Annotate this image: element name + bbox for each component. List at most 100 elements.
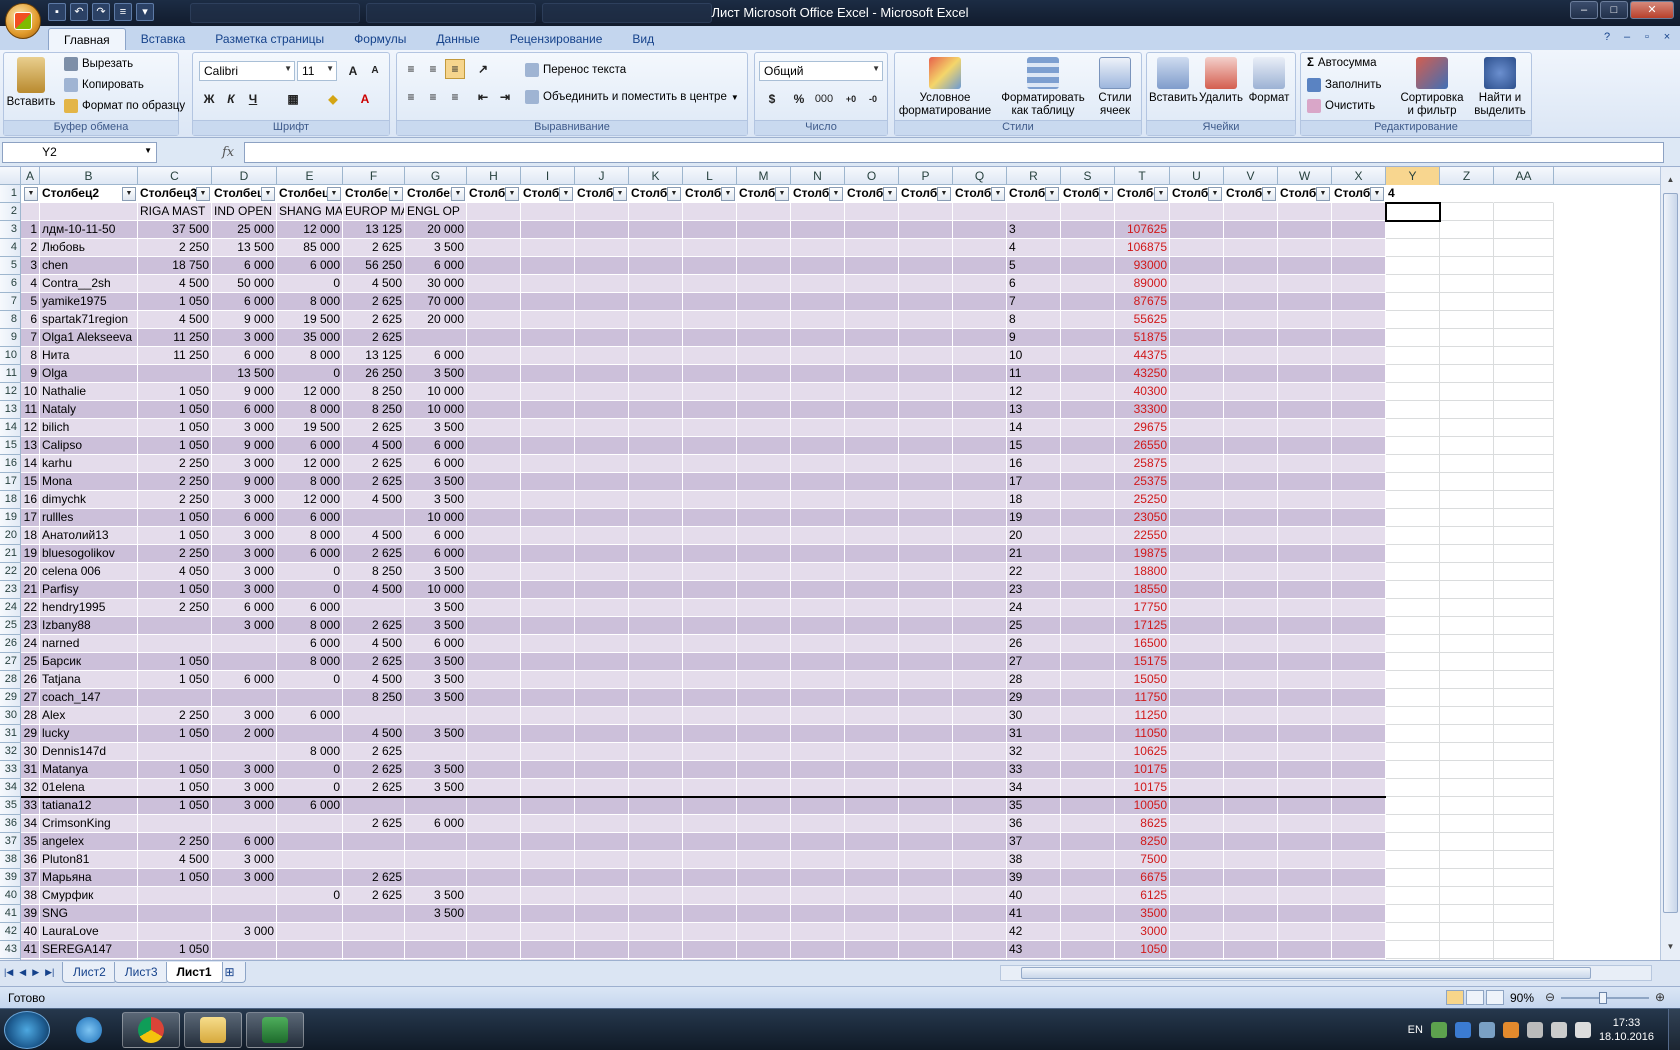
cell-c[interactable]	[138, 617, 212, 635]
cell-a[interactable]: 33	[21, 797, 40, 815]
cell-r[interactable]: 35	[1007, 797, 1061, 815]
cell-d[interactable]: 6 000	[212, 671, 277, 689]
cell-e[interactable]: 0	[277, 581, 343, 599]
cell-y[interactable]	[1386, 293, 1440, 311]
cell-q[interactable]	[953, 923, 1007, 941]
cell-c[interactable]: 2 250	[138, 707, 212, 725]
row-header[interactable]: 27	[0, 653, 21, 671]
cell-t[interactable]: 8625	[1115, 815, 1170, 833]
cell-s[interactable]	[1061, 851, 1115, 869]
cell-u[interactable]	[1170, 491, 1224, 509]
cell-j[interactable]	[575, 545, 629, 563]
cell-o[interactable]	[845, 419, 899, 437]
cell-q[interactable]	[953, 671, 1007, 689]
cell-a[interactable]: 21	[21, 581, 40, 599]
cell-aa[interactable]	[1494, 725, 1554, 743]
cell-aa[interactable]	[1494, 779, 1554, 797]
cell-i[interactable]	[521, 851, 575, 869]
cell-i[interactable]	[521, 617, 575, 635]
cell-d[interactable]: 13 500	[212, 239, 277, 257]
cell-a[interactable]: 37	[21, 869, 40, 887]
cell-z[interactable]	[1440, 221, 1494, 239]
cell-l[interactable]	[683, 401, 737, 419]
cell-p[interactable]	[899, 545, 953, 563]
cell-a[interactable]: 10	[21, 383, 40, 401]
cell-f[interactable]: 2 625	[343, 545, 405, 563]
cell-d[interactable]	[212, 905, 277, 923]
cell-g[interactable]: 3 500	[405, 419, 467, 437]
row-header[interactable]: 36	[0, 815, 21, 833]
copy-button[interactable]: Копировать	[64, 78, 144, 92]
cell-f[interactable]: 4 500	[343, 491, 405, 509]
cell-c[interactable]	[138, 887, 212, 905]
cell-n[interactable]	[791, 257, 845, 275]
cell-z[interactable]	[1440, 293, 1494, 311]
cell-k[interactable]	[629, 401, 683, 419]
cell-l[interactable]	[683, 581, 737, 599]
cell-r[interactable]: 13	[1007, 401, 1061, 419]
cell-h[interactable]	[467, 563, 521, 581]
cell-w[interactable]	[1278, 923, 1332, 941]
cell-t[interactable]: 26550	[1115, 437, 1170, 455]
cell-s[interactable]	[1061, 797, 1115, 815]
cell-w[interactable]	[1278, 743, 1332, 761]
cell-c[interactable]: 1 050	[138, 725, 212, 743]
cell-v[interactable]	[1224, 455, 1278, 473]
italic-button[interactable]: К	[221, 89, 241, 109]
cell-w[interactable]	[1278, 797, 1332, 815]
cell-x[interactable]	[1332, 599, 1386, 617]
cell-j[interactable]	[575, 563, 629, 581]
filter-dropdown-icon[interactable]: ▼	[389, 187, 403, 201]
cell-m[interactable]	[737, 707, 791, 725]
cell-f[interactable]: 8 250	[343, 563, 405, 581]
cell-c[interactable]	[138, 923, 212, 941]
cell-t[interactable]: 33300	[1115, 401, 1170, 419]
cell-g[interactable]: 6 000	[405, 437, 467, 455]
cell-o[interactable]	[845, 221, 899, 239]
cell-c[interactable]: 4 050	[138, 563, 212, 581]
cell-q[interactable]	[953, 203, 1007, 221]
cell-u[interactable]	[1170, 347, 1224, 365]
cell-m[interactable]	[737, 779, 791, 797]
cell-g[interactable]: 10 000	[405, 383, 467, 401]
column-header-x[interactable]: X	[1332, 167, 1386, 185]
cell-u[interactable]	[1170, 545, 1224, 563]
cell-y[interactable]	[1386, 707, 1440, 725]
cell-r[interactable]: 29	[1007, 689, 1061, 707]
cell-w[interactable]	[1278, 869, 1332, 887]
cell-n[interactable]	[791, 599, 845, 617]
cell-e[interactable]: 8 000	[277, 473, 343, 491]
row-header[interactable]: 3	[0, 221, 21, 239]
cell-q[interactable]	[953, 563, 1007, 581]
cell-e[interactable]: 6 000	[277, 437, 343, 455]
cell-s[interactable]	[1061, 653, 1115, 671]
cell-i[interactable]	[521, 725, 575, 743]
cell-v[interactable]	[1224, 311, 1278, 329]
filter-dropdown-icon[interactable]: ▼	[721, 187, 735, 201]
cell-h[interactable]	[467, 599, 521, 617]
cell-d[interactable]: 3 000	[212, 779, 277, 797]
cell-z[interactable]	[1440, 833, 1494, 851]
cell-n[interactable]	[791, 365, 845, 383]
filter-dropdown-icon[interactable]: ▼	[991, 187, 1005, 201]
horizontal-scroll-thumb[interactable]	[1021, 967, 1591, 979]
cell-k[interactable]	[629, 923, 683, 941]
column-header-f[interactable]: F	[343, 167, 405, 185]
column-header-u[interactable]: U	[1170, 167, 1224, 185]
cell-s[interactable]	[1061, 635, 1115, 653]
cell-l[interactable]	[683, 203, 737, 221]
cell-aa[interactable]	[1494, 491, 1554, 509]
cell-o[interactable]	[845, 365, 899, 383]
cell-s[interactable]	[1061, 923, 1115, 941]
cell-z[interactable]	[1440, 365, 1494, 383]
cell-aa[interactable]	[1494, 617, 1554, 635]
cell-q[interactable]	[953, 779, 1007, 797]
horizontal-scrollbar[interactable]	[1000, 965, 1652, 981]
column-header-n[interactable]: N	[791, 167, 845, 185]
cell-t[interactable]: 55625	[1115, 311, 1170, 329]
cell-o[interactable]	[845, 329, 899, 347]
cell-l[interactable]	[683, 455, 737, 473]
cell-j[interactable]	[575, 581, 629, 599]
cell-f[interactable]	[343, 923, 405, 941]
cell-d[interactable]: 6 000	[212, 599, 277, 617]
